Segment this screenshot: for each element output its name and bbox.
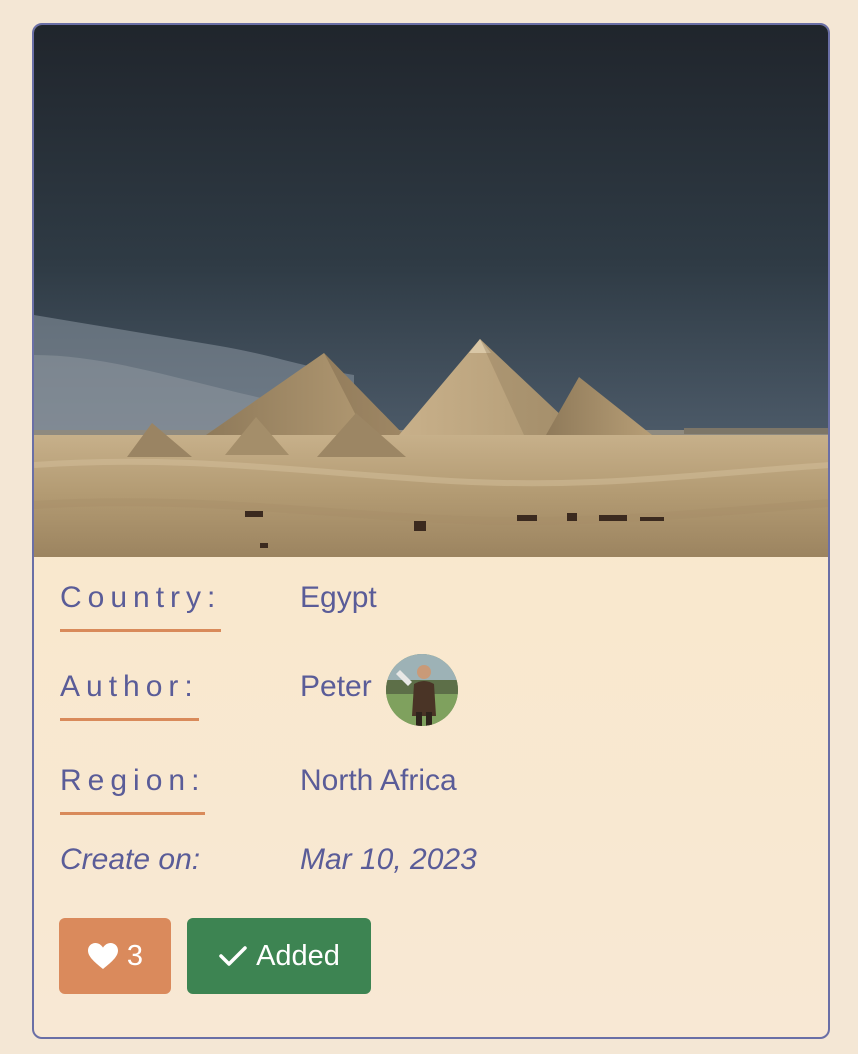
region-row: Region: North Africa — [34, 764, 828, 834]
country-label-wrap: Country: — [60, 581, 222, 632]
created-label: Create on: — [60, 843, 201, 876]
region-label-underline — [60, 812, 206, 815]
country-value: Egypt — [300, 581, 377, 614]
author-avatar[interactable] — [386, 654, 458, 726]
added-button[interactable]: Added — [187, 918, 371, 994]
hero-image — [34, 25, 828, 557]
created-value: Mar 10, 2023 — [300, 843, 477, 876]
heart-icon — [87, 943, 118, 969]
author-label-underline — [60, 718, 199, 721]
region-value: North Africa — [300, 764, 457, 797]
author-label-wrap: Author: — [60, 670, 199, 721]
like-count: 3 — [126, 939, 144, 972]
region-label-wrap: Region: — [60, 764, 206, 815]
region-label: Region: — [60, 764, 206, 797]
country-label-underline — [60, 629, 222, 632]
country-label: Country: — [60, 581, 222, 614]
check-icon — [219, 946, 247, 966]
created-row: Create on: Mar 10, 2023 — [34, 843, 828, 913]
author-label: Author: — [60, 670, 199, 703]
like-button[interactable]: 3 — [59, 918, 171, 994]
country-row: Country: Egypt — [34, 581, 828, 651]
added-label: Added — [256, 939, 340, 972]
author-value[interactable]: Peter — [300, 670, 372, 704]
post-card: Country: Egypt Author: Peter Region: Nor… — [32, 23, 830, 1039]
